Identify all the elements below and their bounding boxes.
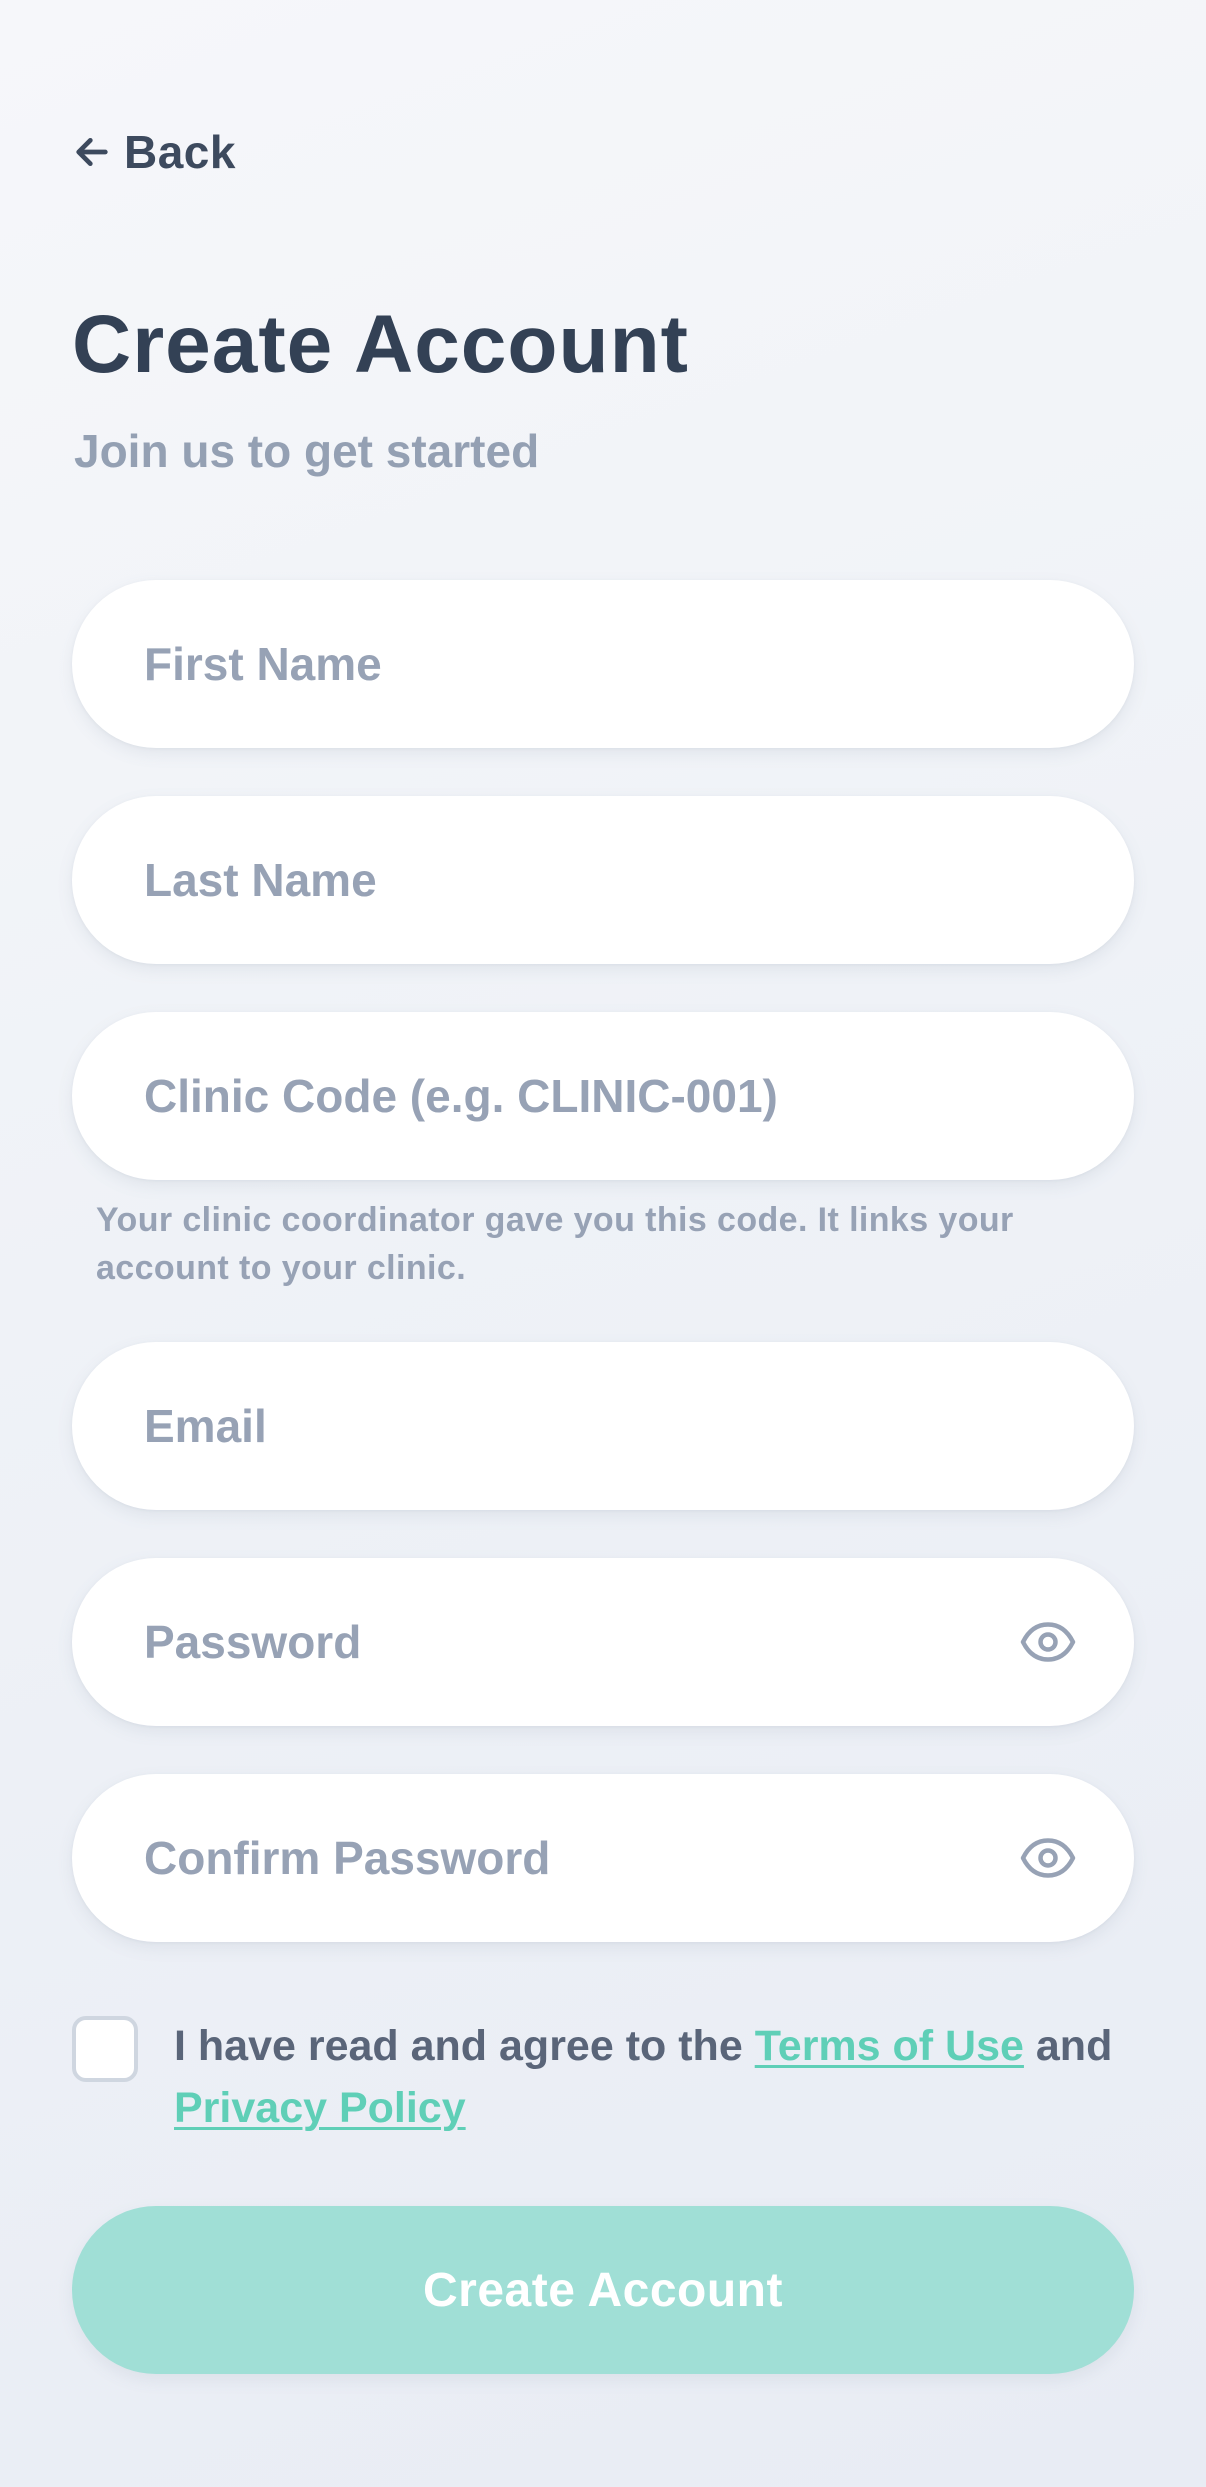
back-button[interactable]: Back [72,124,236,180]
eye-icon[interactable] [1018,1828,1078,1888]
password-field[interactable] [72,1558,1134,1726]
terms-checkbox[interactable] [72,2016,138,2082]
email-input[interactable] [144,1399,1062,1453]
clinic-code-helper-text: Your clinic coordinator gave you this co… [96,1201,1014,1287]
privacy-policy-link[interactable]: Privacy Policy [174,2084,466,2132]
last-name-input[interactable] [144,853,1062,907]
confirm-password-field[interactable] [72,1774,1134,1942]
clinic-code-input[interactable] [144,1069,1062,1123]
clinic-code-field[interactable] [72,1012,1134,1180]
terms-of-use-link[interactable]: Terms of Use [755,2022,1024,2070]
last-name-field[interactable] [72,796,1134,964]
page-subtitle: Join us to get started [74,425,540,477]
password-input[interactable] [144,1615,1062,1669]
create-account-screen: Back Create Account Join us to get start… [0,0,1206,2487]
email-field[interactable] [72,1342,1134,1510]
first-name-field[interactable] [72,580,1134,748]
terms-conjunction: and [1023,2022,1113,2070]
eye-icon[interactable] [1018,1612,1078,1672]
create-account-button[interactable]: Create Account [72,2206,1134,2374]
confirm-password-input[interactable] [144,1831,1062,1885]
page-title: Create Account [72,299,689,390]
arrow-left-icon [72,132,112,172]
terms-agreement-text: I have read and agree to the Terms of Us… [174,2015,1134,2139]
back-label: Back [124,126,236,178]
terms-prefix: I have read and agree to the [174,2022,755,2070]
first-name-input[interactable] [144,637,1062,691]
